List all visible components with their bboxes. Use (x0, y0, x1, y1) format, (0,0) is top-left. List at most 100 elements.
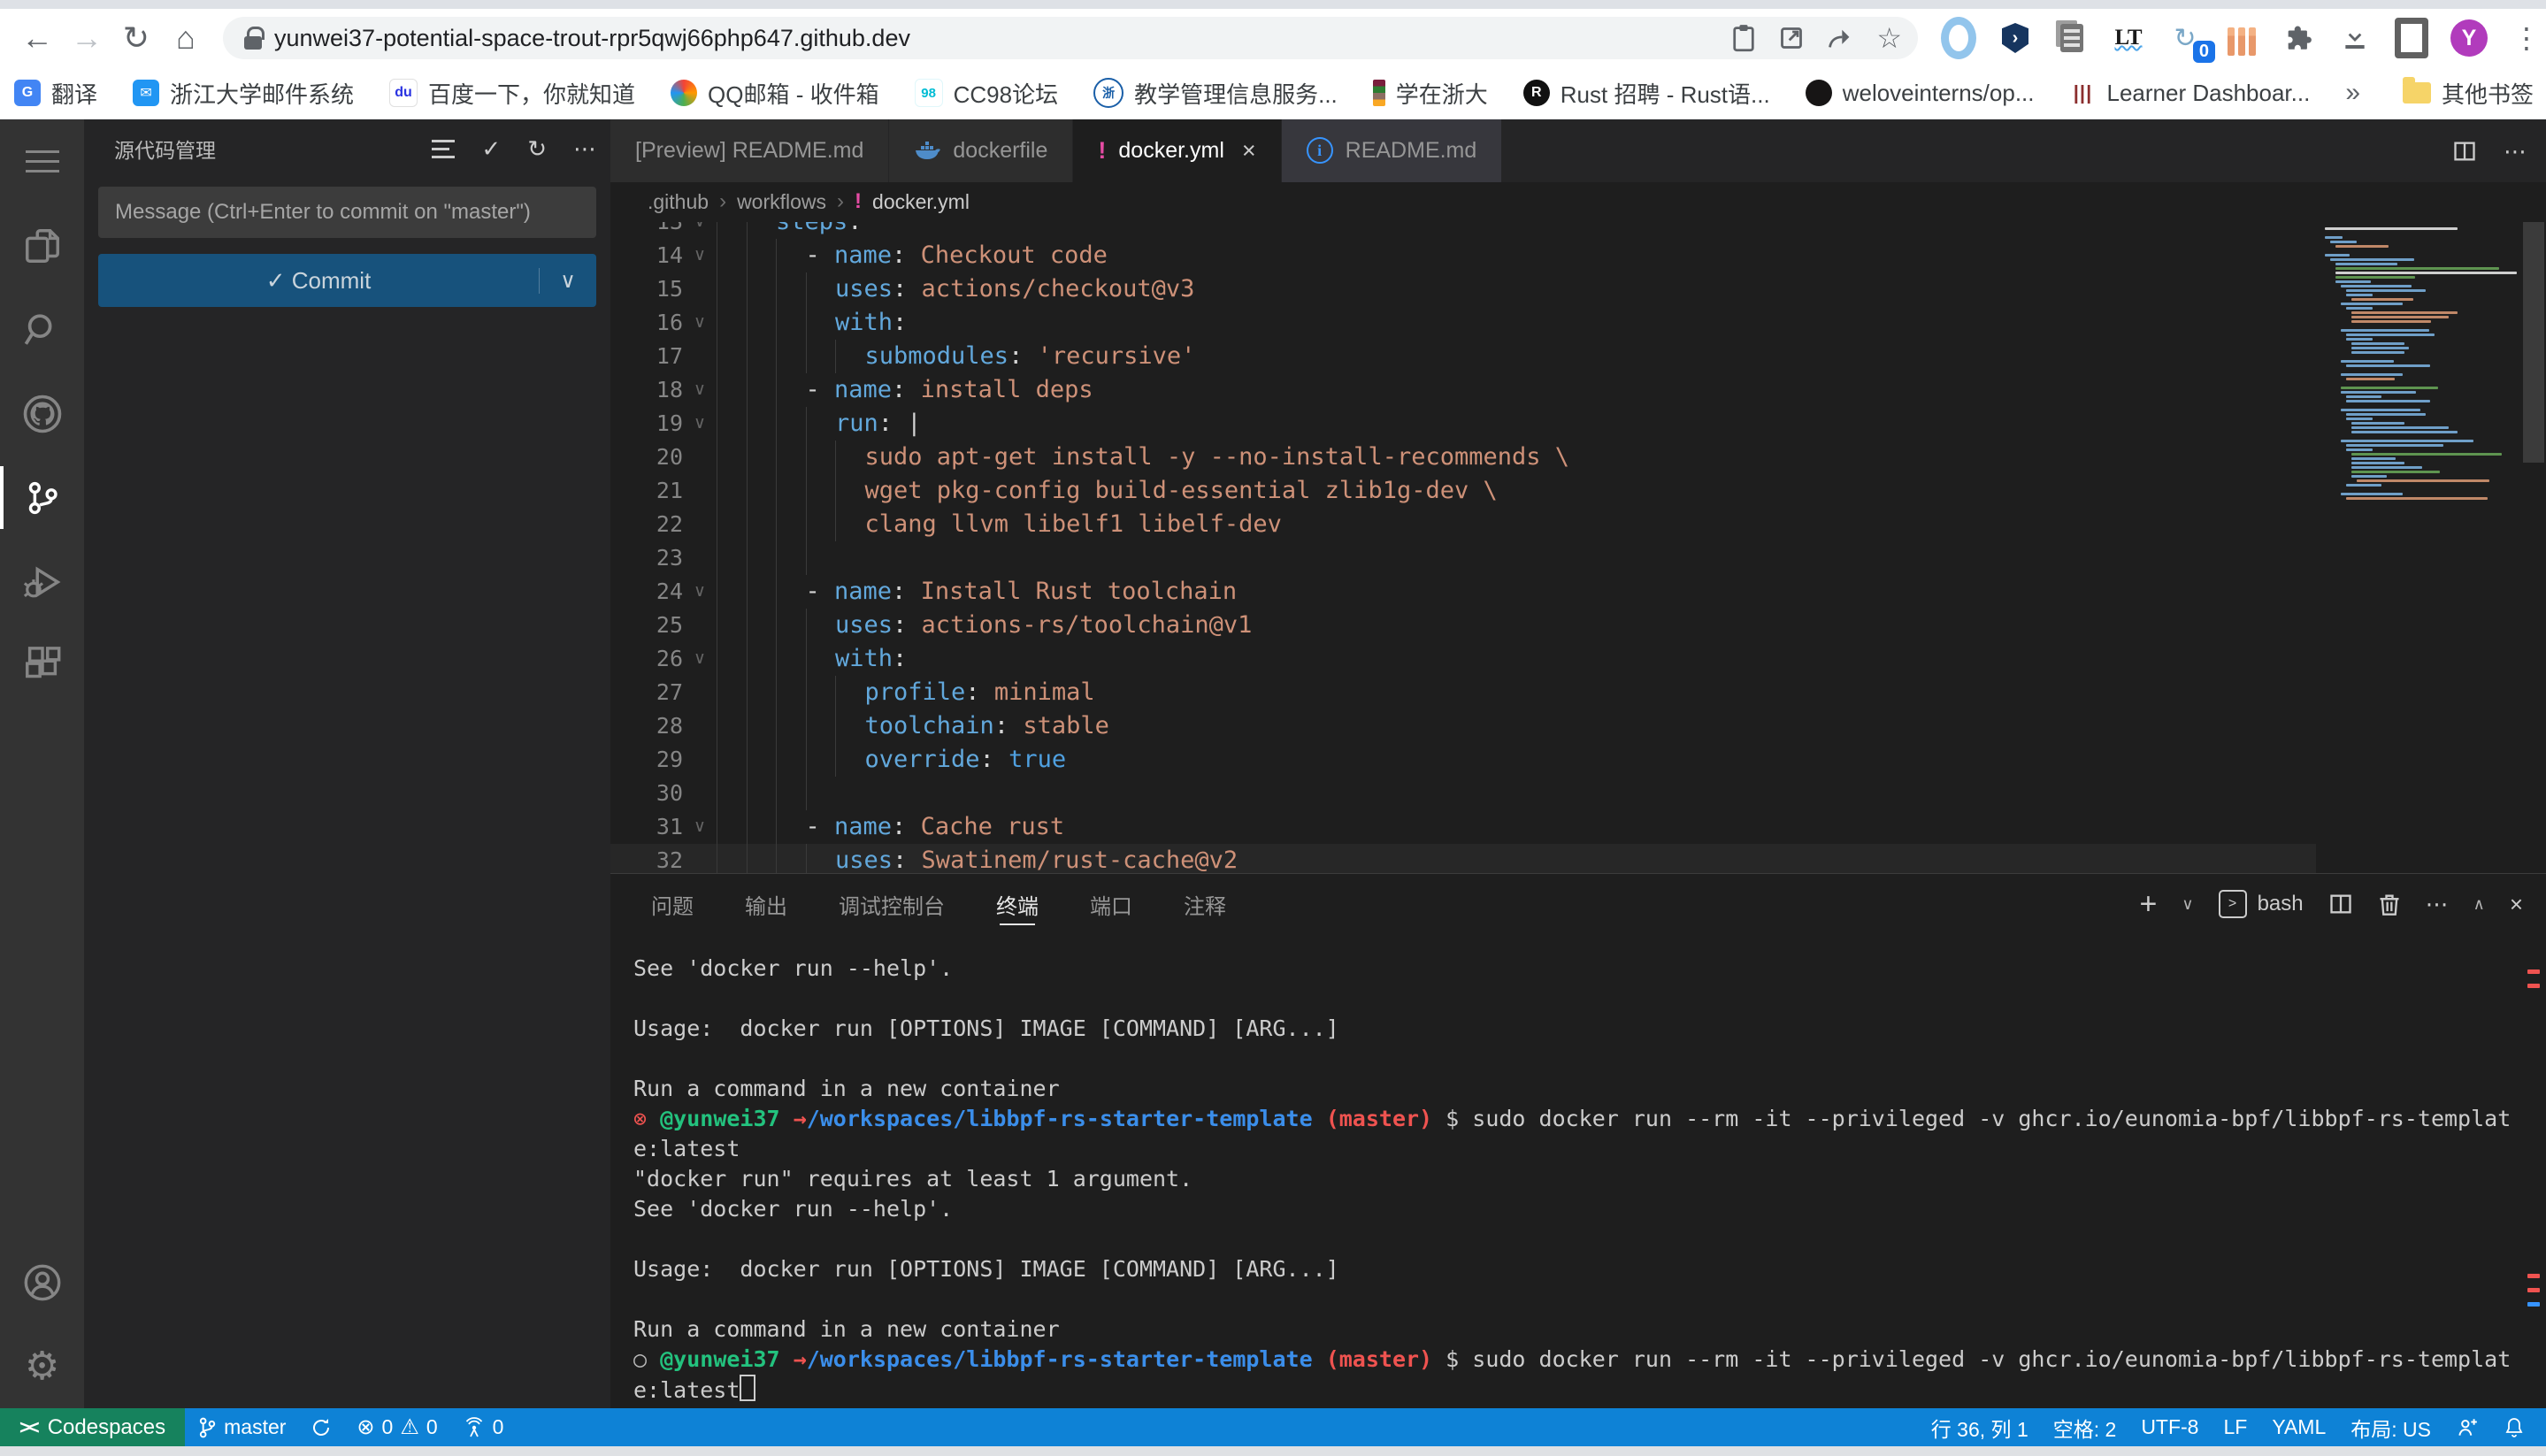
code-line[interactable]: 14∨- name: Checkout code (610, 239, 2316, 272)
search-icon[interactable] (0, 287, 84, 372)
bookmark-weloveinterns[interactable]: weloveinterns/op... (1806, 80, 2035, 107)
code-line[interactable]: 25uses: actions-rs/toolchain@v1 (610, 609, 2316, 642)
remote-indicator-codespaces[interactable]: >< Codespaces (0, 1408, 185, 1446)
code-editor[interactable]: 13∨steps:14∨- name: Checkout code15uses:… (610, 222, 2546, 874)
code-line[interactable]: 18∨- name: install deps (610, 373, 2316, 407)
reading-list-icon[interactable] (2394, 20, 2429, 56)
commit-dropdown-chevron[interactable]: ∨ (539, 268, 596, 294)
tab-preview-readme[interactable]: [Preview] README.md (610, 119, 889, 182)
terminal-dropdown-chevron[interactable]: ∨ (2182, 896, 2193, 912)
code-line[interactable]: 13∨steps: (610, 222, 2316, 239)
more-actions-icon[interactable]: ⋯ (573, 137, 596, 160)
problems-indicator[interactable]: ⊗ 0 ⚠ 0 (344, 1408, 449, 1446)
downloads-icon[interactable] (2337, 20, 2373, 56)
url-text[interactable]: yunwei37-potential-space-trout-rpr5qwj66… (274, 25, 1722, 52)
notes-extension-icon[interactable] (2054, 20, 2090, 56)
maximize-panel-icon[interactable]: ∧ (2473, 896, 2485, 912)
editor-more-icon[interactable]: ⋯ (2504, 140, 2527, 163)
commit-message-input[interactable] (98, 187, 596, 238)
code-line[interactable]: 22clang llvm libelf1 libelf-dev (610, 508, 2316, 541)
bookmark-jwb[interactable]: 浙教学管理信息服务... (1093, 77, 1338, 110)
refresh-icon[interactable]: ↻ (527, 137, 547, 160)
view-sort-icon[interactable] (432, 140, 455, 158)
bookmark-baidu[interactable]: du百度一下，你就知道 (389, 77, 635, 110)
new-terminal-icon[interactable]: + (2140, 889, 2158, 919)
commit-button[interactable]: ✓ Commit ∨ (98, 254, 596, 307)
panel-tab-ports[interactable]: 端口 (1090, 874, 1132, 934)
bookmark-star-icon[interactable]: ☆ (1876, 24, 1902, 52)
bookmark-translate[interactable]: G翻译 (14, 77, 97, 110)
tab-dockerfile[interactable]: dockerfile (889, 119, 1073, 182)
close-tab-icon[interactable]: × (1242, 137, 1256, 165)
split-editor-icon[interactable] (2452, 139, 2477, 164)
feedback-button[interactable] (2443, 1408, 2491, 1446)
account-icon[interactable] (0, 1240, 84, 1324)
sync-changes-button[interactable] (298, 1408, 344, 1446)
bookmark-rustcc[interactable]: RRust 招聘 - Rust语... (1523, 77, 1770, 110)
bookmark-xzzd[interactable]: 学在浙大 (1373, 77, 1488, 110)
browser-profile-avatar[interactable]: Y (2450, 19, 2488, 57)
code-line[interactable]: 15uses: actions/checkout@v3 (610, 272, 2316, 306)
editor-scrollbar[interactable] (2521, 222, 2546, 874)
languagetool-extension-icon[interactable]: LT (2111, 20, 2146, 56)
fold-chevron-icon[interactable]: ∨ (683, 245, 717, 265)
scrollbar-thumb[interactable] (2523, 222, 2544, 463)
fold-chevron-icon[interactable]: ∨ (683, 816, 717, 837)
shield-extension-icon[interactable]: › (1998, 20, 2033, 56)
other-bookmarks[interactable]: 其他书签 (2403, 77, 2534, 110)
bookmarks-overflow-chevron[interactable]: » (2345, 78, 2360, 108)
encoding-indicator[interactable]: UTF-8 (2128, 1408, 2211, 1446)
highlighter-extension-icon[interactable] (2224, 20, 2259, 56)
close-panel-icon[interactable]: × (2510, 893, 2523, 916)
cursor-position[interactable]: 行 36, 列 1 (1919, 1408, 2041, 1446)
code-line[interactable]: 30 (610, 777, 2316, 810)
github-icon[interactable] (0, 372, 84, 456)
notifications-bell[interactable] (2491, 1408, 2537, 1446)
terminal-instance-bash[interactable]: > bash (2219, 890, 2304, 918)
code-line[interactable]: 32uses: Swatinem/rust-cache@v2 (610, 844, 2316, 874)
address-bar[interactable]: yunwei37-potential-space-trout-rpr5qwj66… (223, 17, 1918, 59)
split-terminal-icon[interactable] (2328, 892, 2353, 916)
fold-chevron-icon[interactable]: ∨ (683, 312, 717, 333)
minimap[interactable] (2321, 227, 2521, 502)
code-line[interactable]: 28toolchain: stable (610, 709, 2316, 743)
bookmark-cc98[interactable]: 98CC98论坛 (915, 77, 1058, 110)
bookmark-learner-dashboard[interactable]: |||Learner Dashboar... (2070, 80, 2311, 107)
source-control-icon[interactable] (0, 456, 84, 540)
fold-chevron-icon[interactable]: ∨ (683, 413, 717, 433)
code-line[interactable]: 31∨- name: Cache rust (610, 810, 2316, 844)
code-line[interactable]: 27profile: minimal (610, 676, 2316, 709)
code-line[interactable]: 23 (610, 541, 2316, 575)
eol-indicator[interactable]: LF (2211, 1408, 2259, 1446)
kill-terminal-trash-icon[interactable] (2378, 892, 2401, 916)
panel-tab-problems[interactable]: 问题 (651, 874, 694, 934)
ports-indicator[interactable]: 0 (450, 1408, 517, 1446)
menu-hamburger-icon[interactable] (0, 119, 84, 203)
share-icon[interactable] (1827, 26, 1853, 50)
code-line[interactable]: 19∨run: | (610, 407, 2316, 441)
open-in-window-icon[interactable] (1779, 26, 1804, 50)
fold-chevron-icon[interactable]: ∨ (683, 648, 717, 669)
code-line[interactable]: 21wget pkg-config build-essential zlib1g… (610, 474, 2316, 508)
fold-chevron-icon[interactable]: ∨ (683, 581, 717, 602)
code-line[interactable]: 17submodules: 'recursive' (610, 340, 2316, 373)
commit-check-icon[interactable]: ✓ (481, 137, 501, 160)
explorer-icon[interactable] (0, 203, 84, 287)
indentation-indicator[interactable]: 空格: 2 (2041, 1408, 2129, 1446)
panel-tab-terminal[interactable]: 终端 (996, 874, 1039, 934)
panel-tab-debug-console[interactable]: 调试控制台 (839, 874, 945, 934)
language-mode[interactable]: YAML (2259, 1408, 2338, 1446)
breadcrumb[interactable]: .github› workflows› ! docker.yml (610, 182, 2546, 222)
settings-gear-icon[interactable]: ⚙ (0, 1324, 84, 1408)
bookmark-qq-mail[interactable]: QQ邮箱 - 收件箱 (671, 77, 879, 110)
clipboard-icon[interactable] (1731, 24, 1756, 52)
browser-menu-icon[interactable]: ⋮ (2509, 20, 2544, 56)
code-line[interactable]: 16∨with: (610, 306, 2316, 340)
keyboard-layout[interactable]: 布局: US (2338, 1408, 2443, 1446)
code-line[interactable]: 20sudo apt-get install -y --no-install-r… (610, 441, 2316, 474)
code-line[interactable]: 29override: true (610, 743, 2316, 777)
okta-extension-icon[interactable] (1941, 20, 1976, 56)
terminal-output[interactable]: See 'docker run --help'.Usage: docker ru… (610, 934, 2546, 1408)
tab-readme[interactable]: i README.md (1282, 119, 1503, 182)
extensions-icon[interactable] (0, 624, 84, 708)
